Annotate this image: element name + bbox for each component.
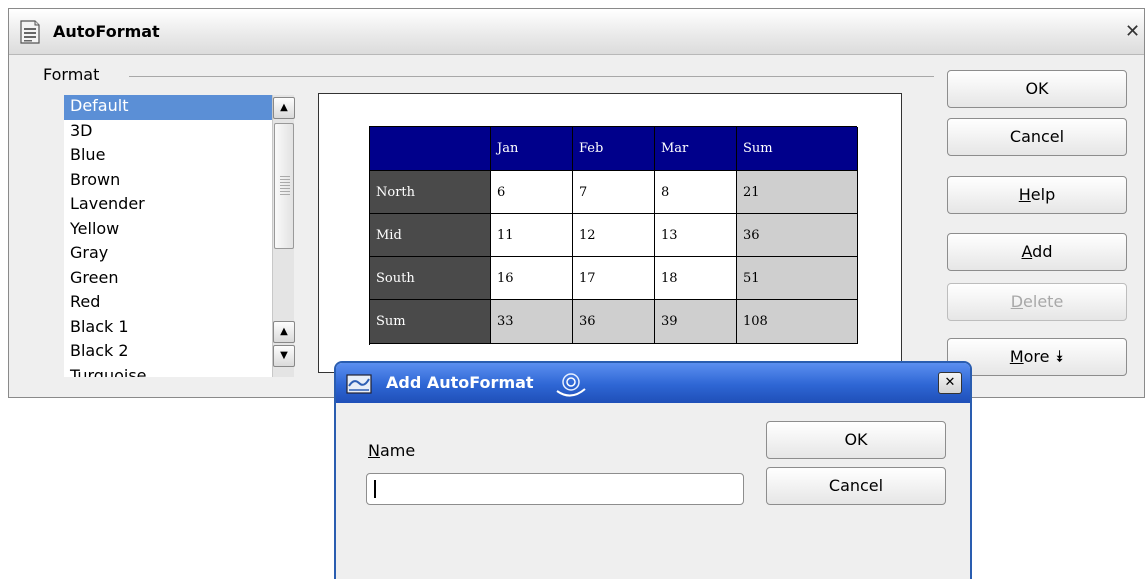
scrollbar-thumb[interactable] xyxy=(274,123,294,249)
format-item-black-2[interactable]: Black 2 xyxy=(64,340,272,365)
table-cell: 7 xyxy=(573,171,655,214)
table-header-cell xyxy=(370,127,491,171)
swirl-logo-icon xyxy=(556,373,586,397)
delete-button[interactable]: Delete xyxy=(947,283,1127,321)
cancel-button[interactable]: Cancel xyxy=(947,118,1127,156)
text-cursor xyxy=(374,480,376,498)
scroll-down-arrow-icon[interactable]: ▼ xyxy=(273,345,295,367)
window-title: AutoFormat xyxy=(53,22,160,41)
table-row-label: Mid xyxy=(370,214,491,257)
table-cell: 36 xyxy=(737,214,858,257)
format-item-gray[interactable]: Gray xyxy=(64,242,272,267)
format-item-brown[interactable]: Brown xyxy=(64,169,272,194)
table-cell: 18 xyxy=(655,257,737,300)
scroll-up-arrow-icon[interactable]: ▲ xyxy=(273,321,295,343)
table-cell: 108 xyxy=(737,300,858,344)
format-item-blue[interactable]: Blue xyxy=(64,144,272,169)
table-cell: 16 xyxy=(491,257,573,300)
help-button[interactable]: Help xyxy=(947,176,1127,214)
table-header-cell: Mar xyxy=(655,127,737,171)
format-item-yellow[interactable]: Yellow xyxy=(64,218,272,243)
dialog-title-bar: Add AutoFormat ✕ xyxy=(336,363,970,403)
format-item-black-1[interactable]: Black 1 xyxy=(64,316,272,341)
dialog-window-icon xyxy=(346,374,372,394)
scroll-up-arrow-icon[interactable]: ▲ xyxy=(273,97,295,119)
autoformat-window: AutoFormat ✕ Format Default 3D Blue Brow… xyxy=(8,8,1145,398)
close-icon[interactable]: ✕ xyxy=(1125,23,1140,41)
format-item-3d[interactable]: 3D xyxy=(64,120,272,145)
double-chevron-down-icon: ⯯ xyxy=(1054,347,1065,366)
format-frame-label: Format xyxy=(39,65,104,84)
table-header-cell: Jan xyxy=(491,127,573,171)
ok-button[interactable]: OK xyxy=(947,70,1127,108)
table-cell: 12 xyxy=(573,214,655,257)
add-autoformat-dialog: Add AutoFormat ✕ Name OK Cancel xyxy=(334,361,972,579)
table-row-label: North xyxy=(370,171,491,214)
dialog-cancel-button[interactable]: Cancel xyxy=(766,467,946,505)
table-cell: 21 xyxy=(737,171,858,214)
format-item-lavender[interactable]: Lavender xyxy=(64,193,272,218)
dialog-ok-button[interactable]: OK xyxy=(766,421,946,459)
table-row-label: South xyxy=(370,257,491,300)
title-bar: AutoFormat ✕ xyxy=(9,9,1144,55)
dialog-title: Add AutoFormat xyxy=(386,373,534,392)
table-cell: 8 xyxy=(655,171,737,214)
format-list-scrollbar[interactable]: ▲ ▲ ▼ xyxy=(272,95,295,377)
table-header-cell: Sum xyxy=(737,127,858,171)
format-item-red[interactable]: Red xyxy=(64,291,272,316)
close-icon[interactable]: ✕ xyxy=(938,372,962,394)
table-cell: 39 xyxy=(655,300,737,344)
table-cell: 17 xyxy=(573,257,655,300)
table-cell: 11 xyxy=(491,214,573,257)
table-header-cell: Feb xyxy=(573,127,655,171)
format-item-green[interactable]: Green xyxy=(64,267,272,292)
preview-table: Jan Feb Mar Sum North 6 7 8 21 Mid 11 12 13 36 South 16… xyxy=(369,126,858,345)
table-cell: 36 xyxy=(573,300,655,344)
format-list[interactable]: Default 3D Blue Brown Lavender Yellow Gr… xyxy=(64,95,272,377)
table-cell: 33 xyxy=(491,300,573,344)
format-frame-line xyxy=(129,76,934,77)
format-item-turquoise[interactable]: Turquoise xyxy=(64,365,272,378)
format-item-default[interactable]: Default xyxy=(64,95,272,120)
table-cell: 6 xyxy=(491,171,573,214)
preview-pane: Jan Feb Mar Sum North 6 7 8 21 Mid 11 12 13 36 South 16… xyxy=(318,93,902,373)
table-cell: 13 xyxy=(655,214,737,257)
add-button[interactable]: Add xyxy=(947,233,1127,271)
more-button[interactable]: More ⯯ xyxy=(947,338,1127,376)
autoformat-icon xyxy=(20,20,40,44)
table-row-label: Sum xyxy=(370,300,491,344)
scrollbar-grip-icon xyxy=(280,176,290,196)
name-input[interactable] xyxy=(366,473,744,505)
table-cell: 51 xyxy=(737,257,858,300)
name-label: Name xyxy=(368,441,416,460)
